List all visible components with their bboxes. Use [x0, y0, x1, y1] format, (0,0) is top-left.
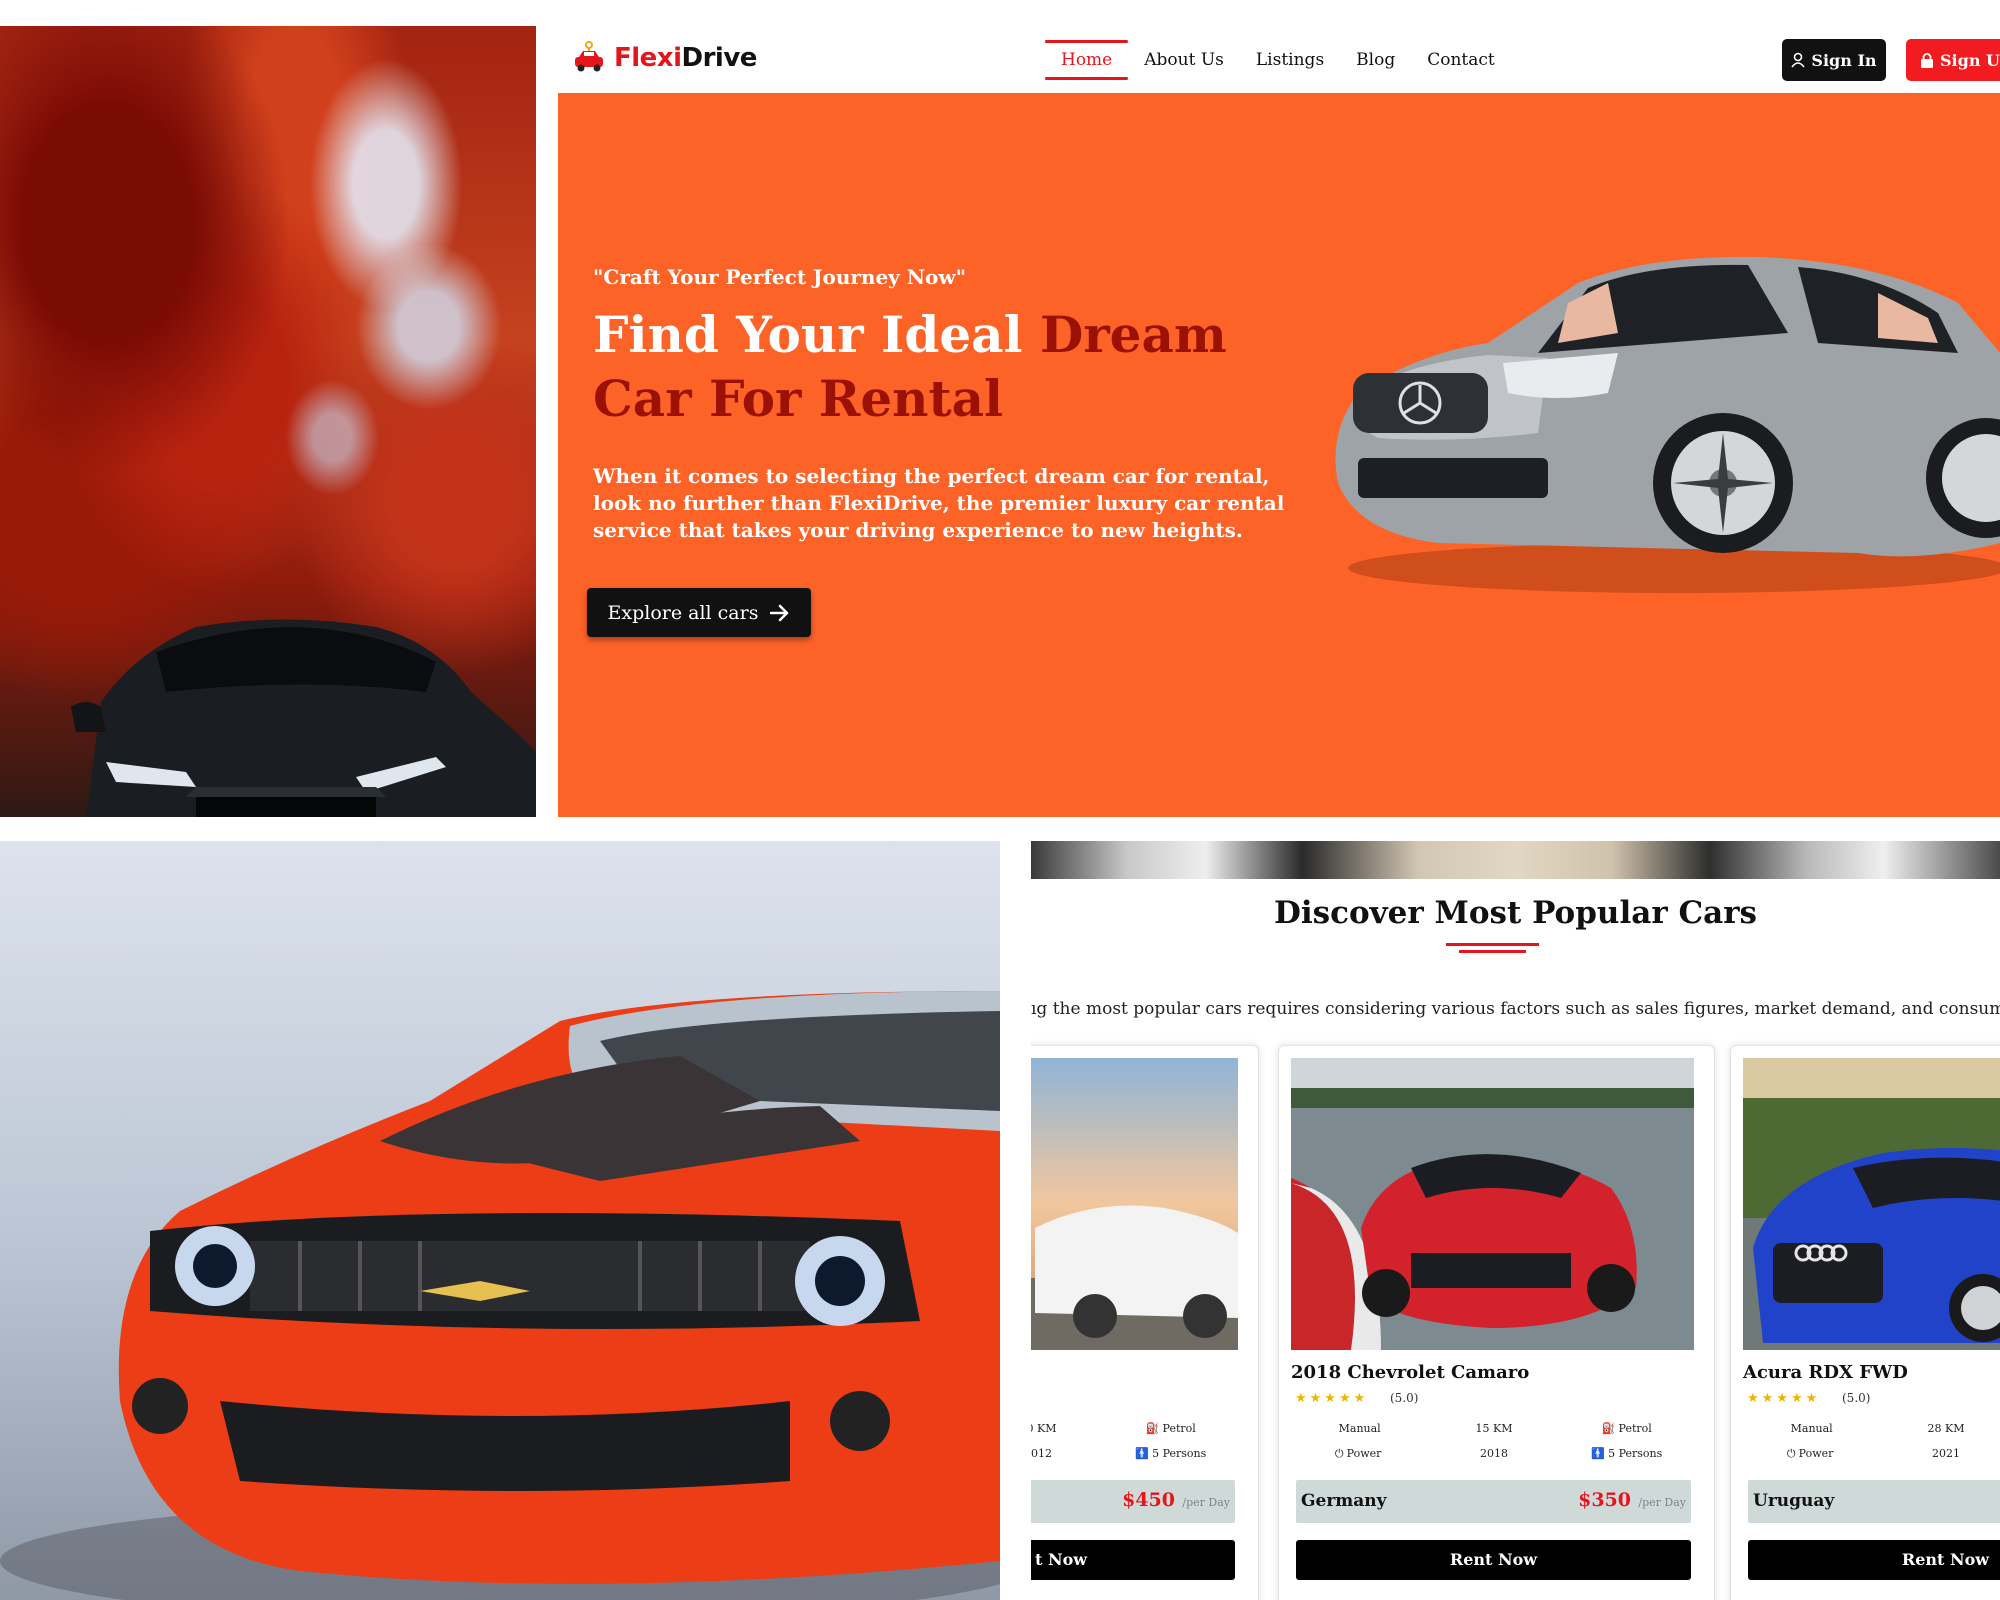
- nav-blog[interactable]: Blog: [1340, 40, 1411, 80]
- car-card: 2018 Chevrolet Camaro ★★★★★ (5.0) Manual…: [1278, 1045, 1715, 1600]
- brand-logo[interactable]: FlexiDrive: [572, 40, 757, 76]
- header-banner-image: [1031, 841, 2000, 879]
- car-specs: Manual 28 KM ⏻ Power 2021: [1743, 1422, 2000, 1461]
- rating-stars: ★★★★★: [1295, 1391, 1369, 1406]
- rent-now-button[interactable]: Rent Now: [1748, 1540, 2000, 1580]
- hero-tagline: "Craft Your Perfect Journey Now": [593, 265, 967, 289]
- price-value: $350: [1578, 1489, 1631, 1511]
- orange-camaro-photo: [0, 841, 1000, 1600]
- spec-transmission: Manual: [1338, 1422, 1381, 1435]
- person-icon: 🚹: [1135, 1447, 1150, 1460]
- price-bar: Uruguay: [1748, 1480, 2000, 1523]
- nav-contact[interactable]: Contact: [1411, 40, 1511, 80]
- autumn-car-photo: [0, 26, 536, 817]
- hero-heading: Find Your Ideal Dream Car For Rental: [593, 303, 1233, 431]
- rating-stars: ★★★★★: [1747, 1391, 1821, 1406]
- red-camaro-image: [1291, 1058, 1694, 1350]
- car-image-acura: [1743, 1058, 2000, 1350]
- sign-in-button[interactable]: Sign In: [1782, 39, 1886, 81]
- spec-mileage: 10 KM: [1031, 1422, 1057, 1435]
- price-value: $450: [1122, 1489, 1175, 1511]
- car-specs: Manual 15 KM ⛽ Petrol ⏻ Power 2018 🚹 5 Pers…: [1291, 1422, 1694, 1461]
- car-key-icon: [575, 41, 603, 72]
- white-sedan-image: [1031, 1058, 1238, 1350]
- price-bar: $450 /per Day: [1031, 1480, 1235, 1523]
- price-bar: Germany $350 /per Day: [1296, 1480, 1691, 1523]
- power-icon: ⏻: [1786, 1447, 1796, 1460]
- blue-acura-image: [1743, 1058, 2000, 1350]
- spec-power: ⏻ Power: [1334, 1447, 1382, 1460]
- price-unit: /per Day: [1182, 1496, 1230, 1509]
- rent-now-button[interactable]: Rent Now: [1296, 1540, 1691, 1580]
- user-icon: [1791, 52, 1806, 68]
- spec-year: 2012: [1031, 1447, 1052, 1460]
- sign-in-label: Sign In: [1811, 50, 1877, 70]
- spec-fuel: ⛽ Petrol: [1601, 1422, 1652, 1435]
- brand-name: FlexiDrive: [614, 43, 757, 73]
- spec-transmission: Manual: [1790, 1422, 1833, 1435]
- power-icon: ⏻: [1334, 1447, 1344, 1460]
- nav-about-us[interactable]: About Us: [1128, 40, 1240, 80]
- explore-label: Explore all cars: [607, 601, 759, 624]
- price-unit: /per Day: [1638, 1496, 1686, 1509]
- spec-fuel: ⛽ Petrol: [1145, 1422, 1196, 1435]
- country-label: Uruguay: [1753, 1491, 1835, 1511]
- rent-now-button[interactable]: t Now: [1031, 1540, 1235, 1580]
- orange-camaro-image: [0, 991, 1000, 1600]
- popular-cars-section: Discover Most Popular Cars ıg the most p…: [1031, 841, 2000, 1600]
- car-specs: 10 KM ⛽Petrol 2012 🚹5 Persons: [1031, 1422, 1238, 1460]
- fuel-icon: ⛽: [1601, 1422, 1616, 1435]
- title-underline-short: [1459, 950, 1526, 953]
- lock-icon: [1921, 52, 1933, 68]
- dark-sports-car-image: [71, 619, 536, 817]
- sign-up-button[interactable]: Sign Up: [1906, 39, 2000, 81]
- hero-section: "Craft Your Perfect Journey Now" Find Yo…: [558, 93, 2000, 817]
- car-card: Acura RDX FWD ★★★★★ (5.0) Manual 28 KM ⏻…: [1730, 1045, 2000, 1600]
- nav-listings[interactable]: Listings: [1240, 40, 1340, 80]
- title-underline: [1446, 943, 1539, 946]
- main-menu: Home About Us Listings Blog Contact: [1045, 40, 1511, 80]
- country-label: Germany: [1301, 1491, 1387, 1511]
- spec-year: 2021: [1931, 1447, 1960, 1460]
- rating-value: (5.0): [1842, 1391, 1871, 1405]
- car-name: 2018 Chevrolet Camaro: [1291, 1362, 1530, 1383]
- spec-mileage: 15 KM: [1475, 1422, 1513, 1435]
- flexidrive-homepage: FlexiDrive Home About Us Listings Blog C…: [558, 26, 2000, 817]
- fuel-icon: ⛽: [1145, 1422, 1160, 1435]
- car-card: 10 KM ⛽Petrol 2012 🚹5 Persons $450 /per …: [1031, 1045, 1259, 1600]
- person-icon: 🚹: [1591, 1447, 1606, 1460]
- car-image-camaro: [1291, 1058, 1694, 1350]
- sign-up-label: Sign Up: [1940, 50, 2000, 70]
- section-title: Discover Most Popular Cars: [1274, 895, 1757, 931]
- car-name: Acura RDX FWD: [1743, 1362, 1908, 1383]
- spec-power: ⏻ Power: [1786, 1447, 1834, 1460]
- arrow-right-icon: [770, 604, 789, 621]
- spec-seats: 🚹 5 Persons: [1135, 1447, 1207, 1460]
- car-image-white-sedan: [1031, 1058, 1238, 1350]
- rating-value: (5.0): [1390, 1391, 1419, 1405]
- spec-seats: 🚹 5 Persons: [1591, 1447, 1663, 1460]
- hero-description: When it comes to selecting the perfect d…: [593, 464, 1285, 542]
- spec-year: 2018: [1479, 1447, 1508, 1460]
- spec-mileage: 28 KM: [1927, 1422, 1965, 1435]
- top-navbar: FlexiDrive Home About Us Listings Blog C…: [558, 26, 2000, 94]
- section-description: ıg the most popular cars requires consid…: [1031, 999, 2000, 1019]
- hero-heading-plain: Find Your Ideal: [593, 305, 1040, 364]
- explore-all-cars-button[interactable]: Explore all cars: [587, 588, 811, 637]
- silver-mercedes-image: [1335, 256, 2000, 593]
- nav-home[interactable]: Home: [1045, 40, 1129, 80]
